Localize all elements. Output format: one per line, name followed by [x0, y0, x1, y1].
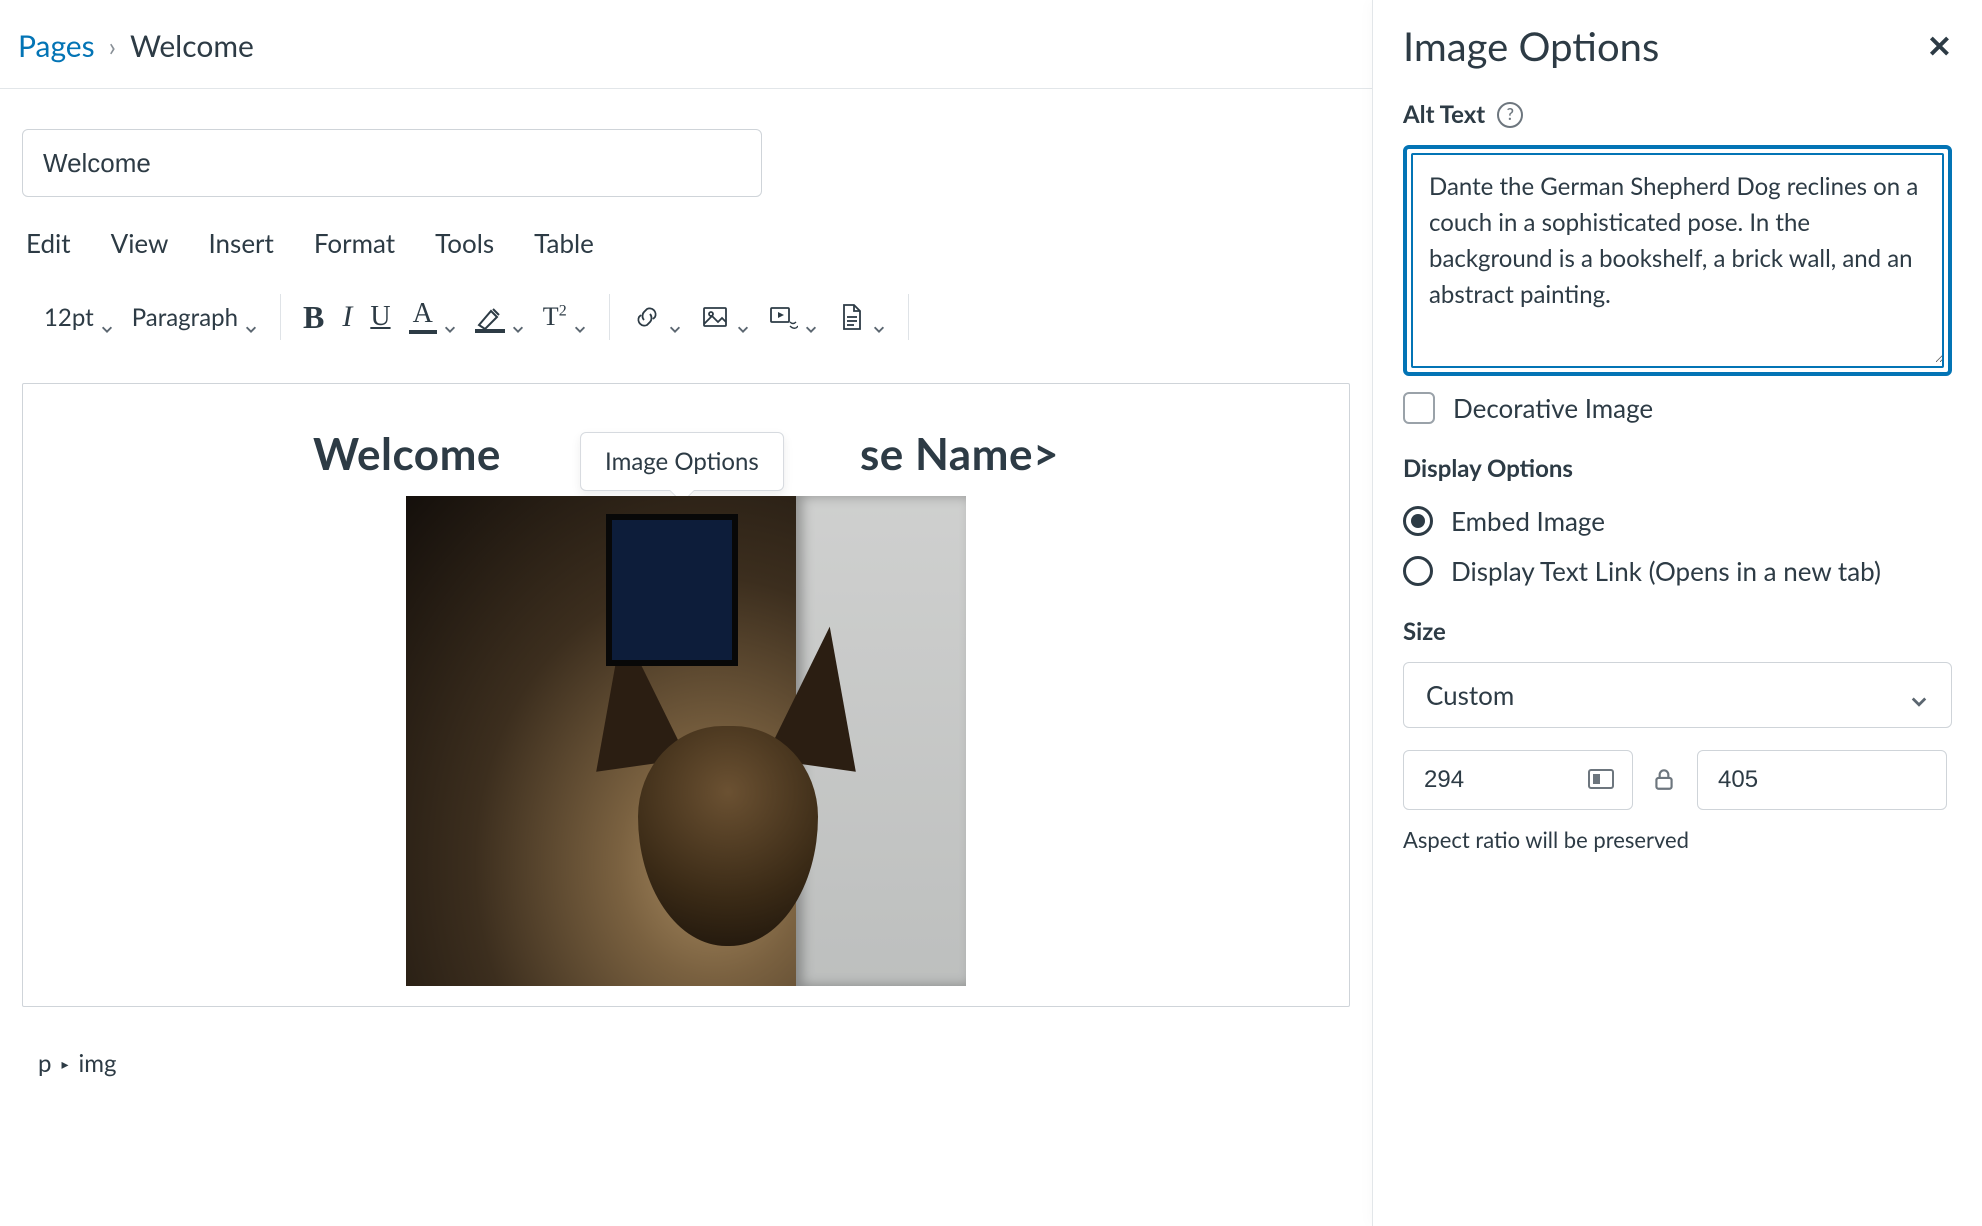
chevron-down-icon: [443, 310, 457, 324]
media-icon: [768, 302, 798, 332]
page-title-input[interactable]: [22, 129, 762, 197]
image-options-sidebar: Image Options ✕ Alt Text ?: [1372, 0, 1982, 1226]
radio-text-link-label: Display Text Link (Opens in a new tab): [1451, 555, 1881, 587]
radio-embed-image-label: Embed Image: [1451, 505, 1605, 537]
width-input[interactable]: [1422, 765, 1502, 795]
chevron-down-icon: [100, 310, 114, 324]
underline-button[interactable]: U: [370, 295, 390, 339]
close-icon: ✕: [1927, 28, 1952, 64]
breadcrumb: Pages › Welcome: [0, 0, 1372, 89]
size-label: Size: [1403, 617, 1446, 646]
block-format-select[interactable]: Paragraph: [132, 295, 258, 339]
text-color-icon: A: [409, 300, 437, 334]
image-decoration: [638, 726, 818, 946]
editor-canvas[interactable]: WelcomeXXXXXXXXXXXXse Name> Image Option…: [22, 383, 1350, 1007]
path-separator-icon: ▸: [61, 1055, 68, 1073]
highlighter-icon: [475, 303, 505, 331]
sidebar-title: Image Options: [1403, 22, 1659, 70]
height-input-wrap: [1697, 750, 1947, 810]
lock-aspect-icon[interactable]: [1651, 766, 1679, 794]
menu-tools[interactable]: Tools: [435, 227, 494, 259]
path-segment-p[interactable]: p: [38, 1049, 51, 1078]
radio-icon: [1403, 556, 1433, 586]
menu-insert[interactable]: Insert: [208, 227, 273, 259]
insert-link-button[interactable]: [632, 295, 682, 339]
size-preset-value: Custom: [1426, 679, 1514, 711]
bold-button[interactable]: B: [303, 295, 324, 339]
radio-icon: [1403, 506, 1433, 536]
size-preset-select[interactable]: Custom: [1403, 662, 1952, 728]
radio-embed-image[interactable]: Embed Image: [1403, 505, 1952, 537]
path-segment-img[interactable]: img: [78, 1049, 116, 1078]
chevron-down-icon: [244, 310, 258, 324]
chevron-down-icon: [872, 310, 886, 324]
alt-text-field-wrap: [1403, 145, 1952, 376]
rce-toolbar: 12pt Paragraph B I U A: [22, 285, 1350, 363]
width-input-wrap: [1403, 750, 1633, 810]
decorative-image-checkbox[interactable]: [1403, 392, 1435, 424]
radio-text-link[interactable]: Display Text Link (Opens in a new tab): [1403, 555, 1952, 587]
rce-menubar: Edit View Insert Format Tools Table: [22, 217, 1350, 265]
main-column: Pages › Welcome Edit View Insert Format …: [0, 0, 1372, 1226]
size-section: Size Custom Aspect: [1403, 617, 1952, 853]
editor-wrap: Edit View Insert Format Tools Table 12pt…: [0, 89, 1372, 1078]
insert-document-button[interactable]: [836, 295, 886, 339]
alt-text-textarea[interactable]: [1411, 153, 1944, 363]
font-size-select[interactable]: 12pt: [44, 295, 114, 339]
menu-format[interactable]: Format: [314, 227, 395, 259]
decorative-image-label: Decorative Image: [1453, 392, 1653, 424]
chevron-down-icon: [736, 310, 750, 324]
chevron-down-icon: [511, 310, 525, 324]
superscript-icon: T2: [543, 302, 567, 332]
insert-image-button[interactable]: [700, 295, 750, 339]
menu-view[interactable]: View: [111, 227, 169, 259]
height-input[interactable]: [1716, 765, 1796, 795]
font-size-label: 12pt: [44, 303, 94, 332]
close-sidebar-button[interactable]: ✕: [1927, 28, 1952, 65]
breadcrumb-pages-link[interactable]: Pages: [18, 28, 95, 64]
italic-button[interactable]: I: [342, 295, 352, 339]
display-options-section: Display Options Embed Image Display Text…: [1403, 454, 1952, 587]
link-icon: [632, 302, 662, 332]
image-options-tooltip-label: Image Options: [605, 447, 759, 476]
alt-text-section: Alt Text ? Decorative Image: [1403, 100, 1952, 424]
chevron-down-icon: [668, 310, 682, 324]
breadcrumb-separator: ›: [109, 30, 116, 62]
alt-text-label: Alt Text: [1403, 100, 1485, 129]
document-icon: [836, 302, 866, 332]
image-icon: [700, 302, 730, 332]
image-options-tooltip[interactable]: Image Options: [580, 432, 784, 491]
breadcrumb-current: Welcome: [130, 28, 254, 64]
dimensions-icon: [1588, 766, 1614, 795]
menu-edit[interactable]: Edit: [26, 227, 71, 259]
chevron-down-icon: [1909, 685, 1929, 705]
alt-text-help-icon[interactable]: ?: [1497, 102, 1523, 128]
highlight-color-button[interactable]: [475, 295, 525, 339]
aspect-ratio-note: Aspect ratio will be preserved: [1403, 826, 1952, 853]
embedded-image[interactable]: [406, 496, 966, 986]
text-color-button[interactable]: A: [409, 295, 457, 339]
superscript-button[interactable]: T2: [543, 295, 587, 339]
chevron-down-icon: [573, 310, 587, 324]
element-path: p ▸ img: [22, 1027, 1350, 1078]
toolbar-divider: [908, 294, 909, 340]
display-options-label: Display Options: [1403, 454, 1573, 483]
menu-table[interactable]: Table: [534, 227, 594, 259]
insert-media-button[interactable]: [768, 295, 818, 339]
block-format-label: Paragraph: [132, 303, 238, 332]
chevron-down-icon: [804, 310, 818, 324]
